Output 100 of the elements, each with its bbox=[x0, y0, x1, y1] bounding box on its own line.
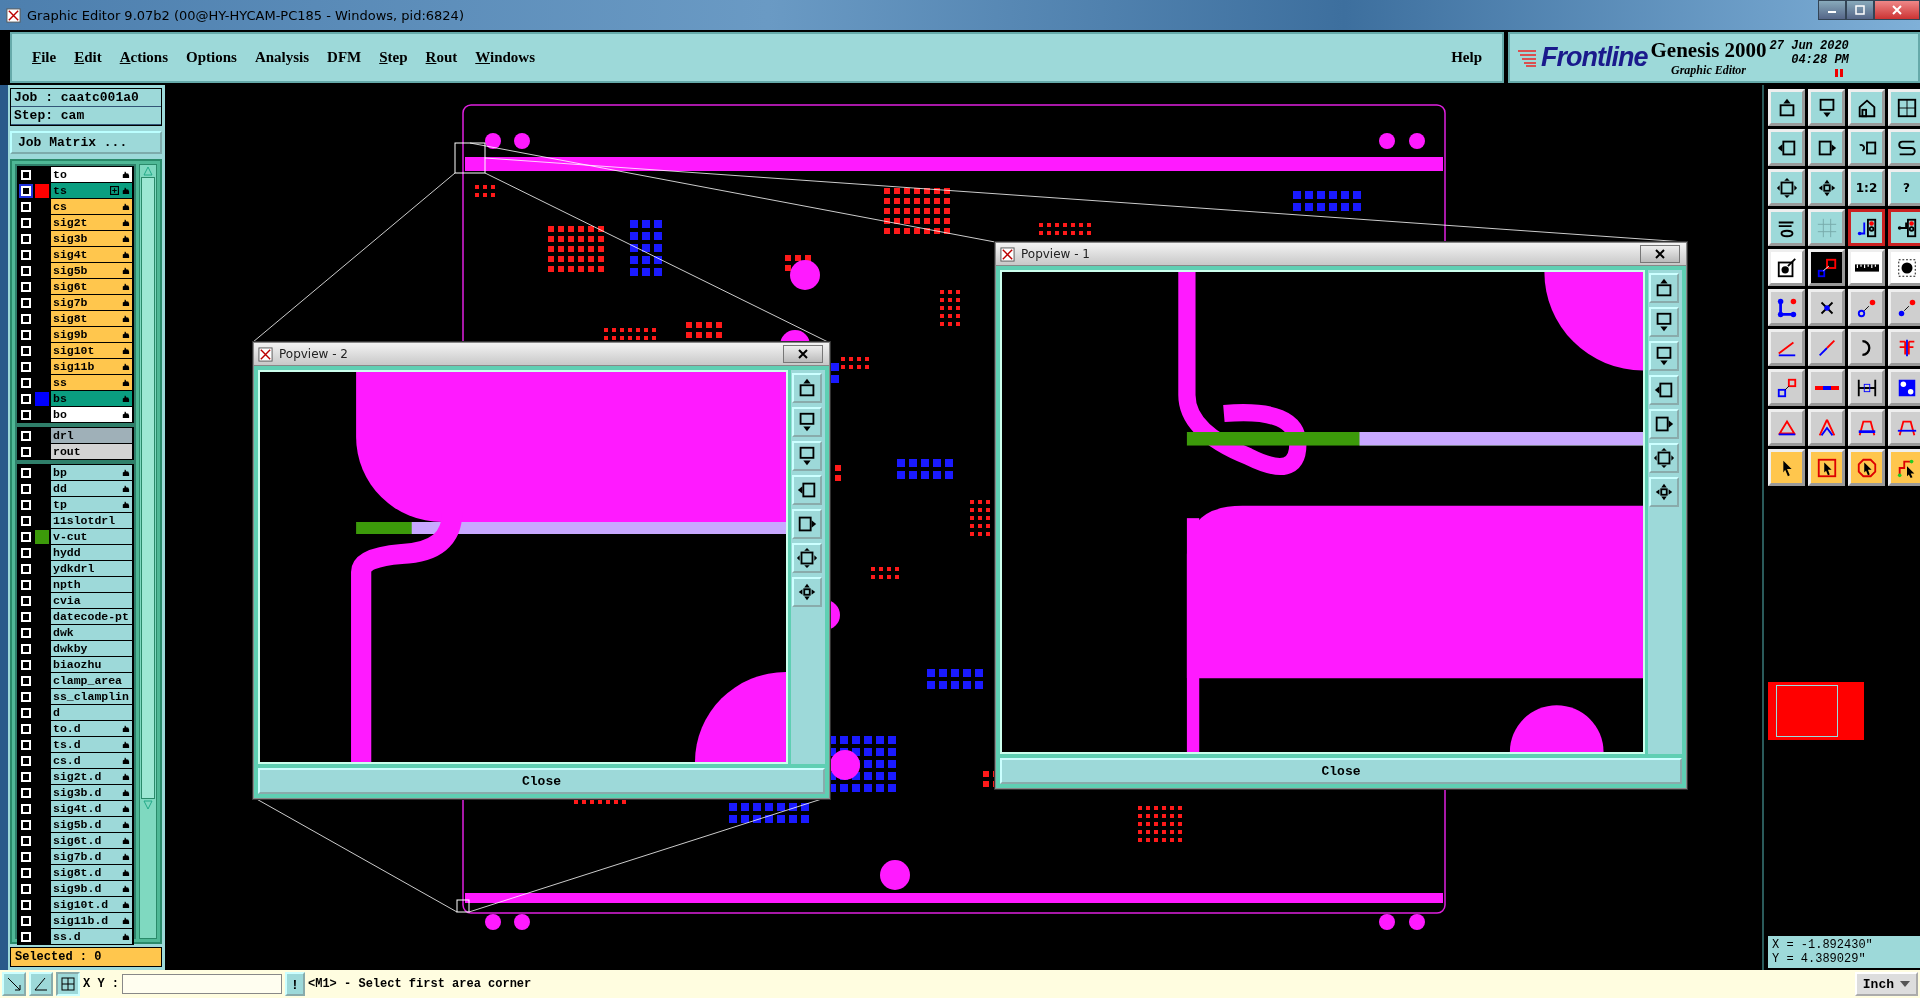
close-button[interactable] bbox=[1874, 0, 1920, 20]
layer-row[interactable]: dwk bbox=[51, 625, 132, 640]
layer-checkbox[interactable] bbox=[21, 787, 31, 798]
view-tool-button[interactable] bbox=[792, 373, 822, 403]
view-tool-button[interactable] bbox=[1649, 443, 1679, 473]
view-tool-button[interactable] bbox=[792, 509, 822, 539]
scrollbar[interactable] bbox=[139, 164, 157, 939]
layer-checkbox[interactable] bbox=[21, 739, 31, 750]
layer-checkbox[interactable] bbox=[21, 361, 31, 372]
view-tool-button[interactable] bbox=[1649, 341, 1679, 371]
layer-checkbox[interactable] bbox=[21, 345, 31, 356]
layer-row[interactable]: sig4t.d bbox=[51, 801, 132, 816]
layer-row[interactable]: datecode-pt bbox=[51, 609, 132, 624]
layer-row[interactable]: sig3b bbox=[51, 231, 132, 246]
layer-checkbox[interactable] bbox=[21, 446, 31, 457]
view-tool-button[interactable] bbox=[1649, 409, 1679, 439]
units-dropdown[interactable]: Inch bbox=[1854, 972, 1918, 996]
layer-checkbox[interactable] bbox=[21, 643, 31, 654]
layer-checkbox[interactable] bbox=[21, 201, 31, 212]
layer-row[interactable]: biaozhu bbox=[51, 657, 132, 672]
layer-row[interactable]: npth bbox=[51, 577, 132, 592]
layer-row[interactable]: sig11b.d bbox=[51, 913, 132, 928]
layer-row[interactable]: sig11b bbox=[51, 359, 132, 374]
layer-checkbox[interactable] bbox=[21, 867, 31, 878]
maximize-button[interactable] bbox=[1846, 0, 1874, 20]
layer-checkbox[interactable] bbox=[21, 409, 31, 420]
layer-checkbox[interactable] bbox=[21, 627, 31, 638]
layer-checkbox[interactable] bbox=[21, 281, 31, 292]
layer-row[interactable]: v-cut bbox=[51, 529, 132, 544]
layer-row[interactable]: 11slotdrl bbox=[51, 513, 132, 528]
view-tool-button[interactable] bbox=[792, 441, 822, 471]
view-tool-button[interactable] bbox=[792, 407, 822, 437]
layer-row[interactable]: sig6t.d bbox=[51, 833, 132, 848]
layer-row[interactable]: sig7b.d bbox=[51, 849, 132, 864]
layer-row[interactable]: ss bbox=[51, 375, 132, 390]
layer-checkbox[interactable] bbox=[21, 249, 31, 260]
minimize-button[interactable] bbox=[1818, 0, 1846, 20]
view-tool-button[interactable] bbox=[792, 577, 822, 607]
layer-checkbox[interactable] bbox=[21, 185, 31, 196]
menu-item[interactable]: Step bbox=[373, 47, 414, 68]
layer-row[interactable]: sig8t.d bbox=[51, 865, 132, 880]
layer-row[interactable]: sig2t.d bbox=[51, 769, 132, 784]
layer-checkbox[interactable] bbox=[21, 915, 31, 926]
layer-checkbox[interactable] bbox=[21, 265, 31, 276]
layer-row[interactable]: drl bbox=[51, 428, 132, 443]
layer-row[interactable]: sig6t bbox=[51, 279, 132, 294]
layer-row[interactable]: clamp_area bbox=[51, 673, 132, 688]
overview-thumbnail[interactable] bbox=[1768, 682, 1864, 740]
layer-checkbox[interactable] bbox=[21, 595, 31, 606]
layer-row[interactable]: to.d bbox=[51, 721, 132, 736]
layer-row[interactable]: cvia bbox=[51, 593, 132, 608]
layer-checkbox[interactable] bbox=[21, 771, 31, 782]
view-tool-button[interactable] bbox=[792, 543, 822, 573]
layer-row[interactable]: bp bbox=[51, 465, 132, 480]
layer-row[interactable]: ss_clamplin bbox=[51, 689, 132, 704]
layer-checkbox[interactable] bbox=[21, 217, 31, 228]
menu-item[interactable]: Analysis bbox=[248, 47, 316, 68]
view-tool-button[interactable] bbox=[1649, 307, 1679, 337]
layer-row[interactable]: dwkby bbox=[51, 641, 132, 656]
layer-row[interactable]: sig9b.d bbox=[51, 881, 132, 896]
layer-checkbox[interactable] bbox=[21, 723, 31, 734]
menu-item[interactable]: Edit bbox=[68, 47, 108, 68]
layer-row[interactable]: sig2t bbox=[51, 215, 132, 230]
view-tool-button[interactable] bbox=[1649, 273, 1679, 303]
layer-checkbox[interactable] bbox=[21, 547, 31, 558]
menu-item[interactable]: Windows bbox=[469, 47, 542, 68]
layer-row[interactable]: dd bbox=[51, 481, 132, 496]
layer-checkbox[interactable] bbox=[21, 377, 31, 388]
layer-checkbox[interactable] bbox=[21, 579, 31, 590]
close-button[interactable]: Close bbox=[258, 768, 825, 794]
layer-row[interactable]: d bbox=[51, 705, 132, 720]
job-matrix-button[interactable]: Job Matrix ... bbox=[10, 131, 162, 154]
tool-button[interactable] bbox=[1848, 209, 1885, 246]
layer-checkbox[interactable] bbox=[21, 483, 31, 494]
layer-row[interactable]: cs bbox=[51, 199, 132, 214]
layer-row[interactable]: cs.d bbox=[51, 753, 132, 768]
layer-checkbox[interactable] bbox=[21, 531, 31, 542]
layer-checkbox[interactable] bbox=[21, 899, 31, 910]
layer-row[interactable]: sig7b bbox=[51, 295, 132, 310]
close-button[interactable] bbox=[1640, 245, 1680, 263]
scrollbar-thumb[interactable] bbox=[141, 177, 155, 799]
layer-checkbox[interactable] bbox=[21, 851, 31, 862]
view-tool-button[interactable] bbox=[1649, 477, 1679, 507]
layer-checkbox[interactable] bbox=[21, 430, 31, 441]
layer-checkbox[interactable] bbox=[21, 467, 31, 478]
layer-row[interactable]: bs bbox=[51, 391, 132, 406]
layer-checkbox[interactable] bbox=[21, 611, 31, 622]
xy-input-field[interactable] bbox=[122, 974, 282, 994]
layer-row[interactable]: to bbox=[51, 167, 132, 182]
layer-row[interactable]: sig5b.d bbox=[51, 817, 132, 832]
layer-row[interactable]: ss.d bbox=[51, 929, 132, 944]
layer-checkbox[interactable] bbox=[21, 313, 31, 324]
menu-item[interactable]: Options bbox=[180, 47, 243, 68]
view-tool-button[interactable] bbox=[792, 475, 822, 505]
layer-checkbox[interactable] bbox=[21, 931, 31, 942]
layer-row[interactable]: sig5b bbox=[51, 263, 132, 278]
layer-row[interactable]: hydd bbox=[51, 545, 132, 560]
layer-checkbox[interactable] bbox=[21, 233, 31, 244]
layer-checkbox[interactable] bbox=[21, 883, 31, 894]
layer-row[interactable]: sig4t bbox=[51, 247, 132, 262]
